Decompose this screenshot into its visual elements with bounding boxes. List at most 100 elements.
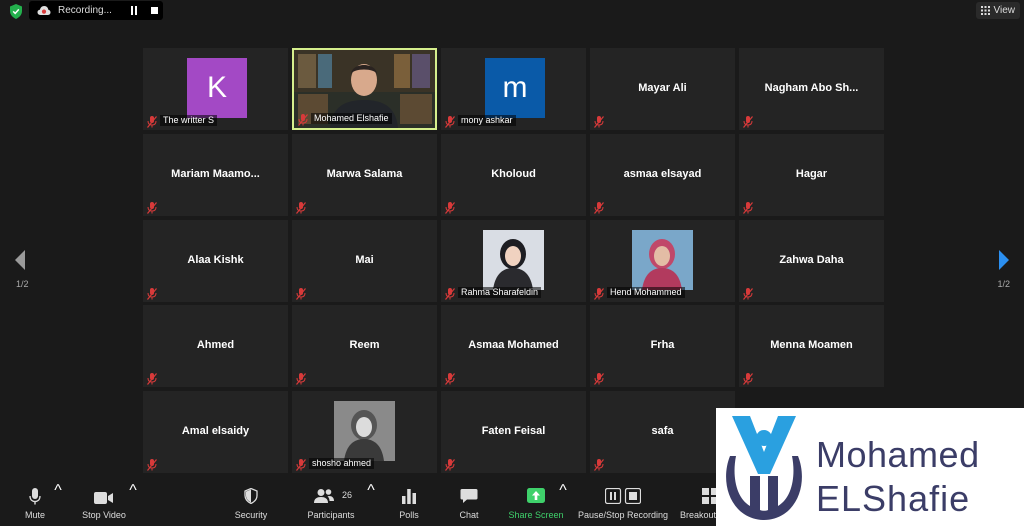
participant-name: Menna Moamen (770, 339, 853, 351)
muted-microphone-icon (296, 372, 306, 385)
participant-tile[interactable]: Hend Mohammed (590, 220, 735, 302)
brand-first-name: Mohamed (816, 434, 980, 475)
zoom-meeting-window: Recording... View 1/2 1/2 K The writter S… (0, 0, 1024, 526)
participant-tile[interactable]: Zahwa Daha (739, 220, 884, 302)
chat-button[interactable]: Chat (452, 482, 486, 526)
video-options-chevron-icon[interactable]: ^ (129, 482, 137, 526)
participant-tile[interactable]: Marwa Salama (292, 134, 437, 216)
participant-tile[interactable]: Mariam Maamo... (143, 134, 288, 216)
video-camera-icon (94, 492, 113, 504)
security-shield-icon[interactable] (9, 4, 23, 19)
participant-tile[interactable]: Mayar Ali (590, 48, 735, 130)
muted-microphone-icon (743, 287, 753, 300)
brand-logo-icon (726, 416, 802, 520)
mute-label: Mute (24, 510, 45, 520)
muted-microphone-icon (147, 372, 157, 385)
participant-name-label: Rahma Sharafeldin (458, 287, 542, 298)
participant-name: Alaa Kishk (187, 254, 244, 266)
participant-gallery: K The writter S Mohamed Elshafie m mony ashk… (143, 48, 884, 473)
participant-photo (483, 230, 544, 290)
participant-tile[interactable]: asmaa elsayad (590, 134, 735, 216)
participant-name: Faten Feisal (481, 425, 546, 437)
mute-button[interactable]: Mute (14, 482, 56, 526)
polls-label: Polls (399, 510, 419, 520)
participant-name: Amal elsaidy (181, 425, 250, 437)
participants-icon (314, 489, 334, 503)
polls-bar-chart-icon (402, 489, 416, 504)
recording-indicator: Recording... (29, 1, 163, 20)
stop-video-button[interactable]: Stop Video (78, 482, 130, 526)
participant-tile[interactable]: K The writter S (143, 48, 288, 130)
participant-name: Frha (650, 339, 675, 351)
view-button[interactable]: View (975, 2, 1020, 19)
next-page-arrow-icon[interactable] (996, 248, 1012, 272)
participant-tile[interactable]: Asmaa Mohamed (441, 305, 586, 387)
participants-options-chevron-icon[interactable]: ^ (367, 482, 375, 526)
pause-stop-recording-button[interactable]: Pause/Stop Recording (576, 482, 670, 526)
participant-name-label: mony ashkar (458, 115, 516, 126)
participant-name: Kholoud (491, 168, 536, 180)
muted-microphone-icon (147, 287, 157, 300)
muted-microphone-icon (445, 115, 455, 128)
participants-label: Participants (307, 510, 355, 520)
participant-tile[interactable]: Nagham Abo Sh... (739, 48, 884, 130)
participant-tile[interactable]: safa (590, 391, 735, 473)
pause-stop-recording-label: Pause/Stop Recording (577, 510, 669, 520)
stop-video-label: Stop Video (82, 510, 126, 520)
participant-tile[interactable]: Reem (292, 305, 437, 387)
participant-name-label: The writter S (160, 115, 218, 126)
participant-tile[interactable]: Kholoud (441, 134, 586, 216)
participant-name: asmaa elsayad (623, 168, 702, 180)
muted-microphone-icon (296, 201, 306, 214)
share-screen-button[interactable]: Share Screen (506, 482, 566, 526)
share-options-chevron-icon[interactable]: ^ (559, 482, 567, 526)
muted-microphone-icon (743, 115, 753, 128)
mute-options-chevron-icon[interactable]: ^ (54, 482, 62, 526)
cloud-record-icon (37, 6, 51, 15)
muted-microphone-icon (147, 201, 157, 214)
muted-microphone-icon (594, 115, 604, 128)
participant-tile[interactable]: Amal elsaidy (143, 391, 288, 473)
participant-name: Nagham Abo Sh... (764, 82, 859, 94)
breakout-rooms-button[interactable]: Breakout (676, 482, 720, 526)
microphone-icon (29, 488, 41, 505)
participant-name: Ahmed (196, 339, 235, 351)
participant-tile[interactable]: m mony ashkar (441, 48, 586, 130)
pause-recording-icon[interactable] (129, 6, 139, 15)
participant-name: safa (651, 425, 674, 437)
participant-tile[interactable]: Hagar (739, 134, 884, 216)
participant-tile[interactable]: Alaa Kishk (143, 220, 288, 302)
polls-button[interactable]: Polls (392, 482, 426, 526)
chat-bubble-icon (460, 489, 478, 503)
stop-recording-icon[interactable] (151, 7, 158, 14)
brand-last-name: ELShafie (816, 478, 971, 519)
participant-tile[interactable]: Faten Feisal (441, 391, 586, 473)
participant-tile[interactable]: Rahma Sharafeldin (441, 220, 586, 302)
recording-label: Recording... (58, 5, 112, 16)
muted-microphone-icon (296, 287, 306, 300)
security-shield-icon (244, 488, 258, 504)
muted-microphone-icon (445, 201, 455, 214)
page-indicator-left: 1/2 (16, 279, 29, 289)
participant-name: Zahwa Daha (779, 254, 844, 266)
view-label: View (993, 5, 1016, 16)
brand-watermark: Mohamed ELShafie (716, 408, 1024, 526)
participant-tile[interactable]: Mohamed Elshafie (292, 48, 437, 130)
participants-button[interactable]: Participants (300, 482, 362, 526)
participant-tile[interactable]: Frha (590, 305, 735, 387)
participant-name: Hagar (795, 168, 828, 180)
muted-microphone-icon (298, 113, 308, 126)
participant-tile[interactable]: Mai (292, 220, 437, 302)
participant-tile[interactable]: Menna Moamen (739, 305, 884, 387)
previous-page-arrow-icon[interactable] (12, 248, 28, 272)
muted-microphone-icon (147, 115, 157, 128)
muted-microphone-icon (445, 372, 455, 385)
participant-tile[interactable]: shosho ahmed (292, 391, 437, 473)
participant-name-label: Hend Mohammed (607, 287, 685, 298)
muted-microphone-icon (445, 287, 455, 300)
participant-photo (632, 230, 693, 290)
security-button[interactable]: Security (229, 482, 273, 526)
participant-count: 26 (342, 490, 353, 500)
muted-microphone-icon (743, 372, 753, 385)
participant-tile[interactable]: Ahmed (143, 305, 288, 387)
